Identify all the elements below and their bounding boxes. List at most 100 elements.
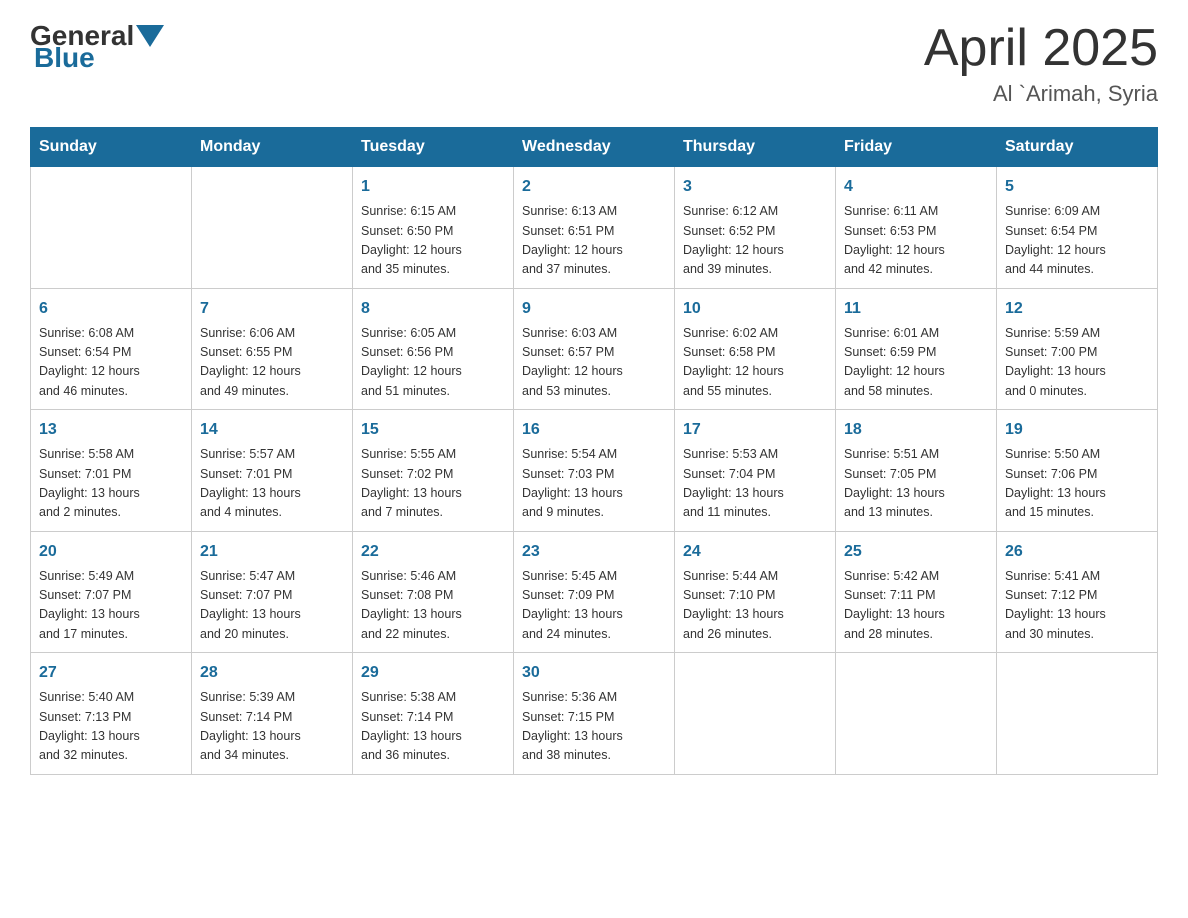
day-info: Sunrise: 5:54 AMSunset: 7:03 PMDaylight:… [522,445,666,523]
day-number: 13 [39,418,183,442]
calendar-cell [31,167,192,289]
day-number: 8 [361,297,505,321]
calendar-cell: 19Sunrise: 5:50 AMSunset: 7:06 PMDayligh… [997,410,1158,532]
location-title: Al `Arimah, Syria [924,81,1158,107]
day-number: 30 [522,661,666,685]
day-number: 3 [683,175,827,199]
calendar-cell: 8 Sunrise: 6:05 AMSunset: 6:56 PMDaylight… [353,288,514,410]
day-info: Sunrise: 5:44 AMSunset: 7:10 PMDaylight:… [683,567,827,645]
calendar-cell: 23Sunrise: 5:45 AMSunset: 7:09 PMDayligh… [514,531,675,653]
calendar-cell: 7 Sunrise: 6:06 AMSunset: 6:55 PMDaylight… [192,288,353,410]
calendar-cell: 26 Sunrise: 5:41 AMSunset: 7:12 PMDayligh… [997,531,1158,653]
calendar-table: SundayMondayTuesdayWednesdayThursdayFrid… [30,127,1158,775]
logo-triangle-icon [136,25,164,47]
day-number: 14 [200,418,344,442]
calendar-cell: 18 Sunrise: 5:51 AMSunset: 7:05 PMDayligh… [836,410,997,532]
calendar-cell: 12 Sunrise: 5:59 AMSunset: 7:00 PMDayligh… [997,288,1158,410]
title-section: April 2025 Al `Arimah, Syria [924,20,1158,107]
calendar-cell [836,653,997,775]
week-row-5: 27 Sunrise: 5:40 AMSunset: 7:13 PMDayligh… [31,653,1158,775]
day-info: Sunrise: 5:49 AMSunset: 7:07 PMDaylight:… [39,567,183,645]
day-number: 12 [1005,297,1149,321]
day-info: Sunrise: 6:05 AMSunset: 6:56 PMDaylight:… [361,324,505,402]
page-header: General Blue April 2025 Al `Arimah, Syri… [30,20,1158,107]
calendar-cell: 29Sunrise: 5:38 AMSunset: 7:14 PMDayligh… [353,653,514,775]
day-info: Sunrise: 5:58 AMSunset: 7:01 PMDaylight:… [39,445,183,523]
day-info: Sunrise: 6:12 AMSunset: 6:52 PMDaylight:… [683,202,827,280]
day-info: Sunrise: 5:41 AMSunset: 7:12 PMDaylight:… [1005,567,1149,645]
calendar-cell: 1 Sunrise: 6:15 AMSunset: 6:50 PMDaylight… [353,167,514,289]
day-header-friday: Friday [836,128,997,167]
days-header-row: SundayMondayTuesdayWednesdayThursdayFrid… [31,128,1158,167]
calendar-cell: 14 Sunrise: 5:57 AMSunset: 7:01 PMDayligh… [192,410,353,532]
calendar-cell: 17Sunrise: 5:53 AMSunset: 7:04 PMDayligh… [675,410,836,532]
calendar-cell: 3 Sunrise: 6:12 AMSunset: 6:52 PMDaylight… [675,167,836,289]
calendar-cell: 10Sunrise: 6:02 AMSunset: 6:58 PMDayligh… [675,288,836,410]
day-info: Sunrise: 6:03 AMSunset: 6:57 PMDaylight:… [522,324,666,402]
calendar-cell: 11 Sunrise: 6:01 AMSunset: 6:59 PMDayligh… [836,288,997,410]
day-info: Sunrise: 5:51 AMSunset: 7:05 PMDaylight:… [844,445,988,523]
calendar-cell: 9 Sunrise: 6:03 AMSunset: 6:57 PMDaylight… [514,288,675,410]
day-number: 25 [844,540,988,564]
day-number: 24 [683,540,827,564]
day-number: 1 [361,175,505,199]
calendar-cell: 25 Sunrise: 5:42 AMSunset: 7:11 PMDayligh… [836,531,997,653]
day-number: 6 [39,297,183,321]
day-info: Sunrise: 6:15 AMSunset: 6:50 PMDaylight:… [361,202,505,280]
day-number: 19 [1005,418,1149,442]
calendar-cell [192,167,353,289]
calendar-cell: 4Sunrise: 6:11 AMSunset: 6:53 PMDaylight… [836,167,997,289]
calendar-cell: 15Sunrise: 5:55 AMSunset: 7:02 PMDayligh… [353,410,514,532]
day-number: 23 [522,540,666,564]
day-header-monday: Monday [192,128,353,167]
day-number: 7 [200,297,344,321]
day-number: 21 [200,540,344,564]
day-number: 26 [1005,540,1149,564]
day-info: Sunrise: 6:02 AMSunset: 6:58 PMDaylight:… [683,324,827,402]
day-header-saturday: Saturday [997,128,1158,167]
day-number: 27 [39,661,183,685]
day-info: Sunrise: 5:47 AMSunset: 7:07 PMDaylight:… [200,567,344,645]
day-info: Sunrise: 5:38 AMSunset: 7:14 PMDaylight:… [361,688,505,766]
day-info: Sunrise: 5:53 AMSunset: 7:04 PMDaylight:… [683,445,827,523]
day-info: Sunrise: 5:36 AMSunset: 7:15 PMDaylight:… [522,688,666,766]
day-info: Sunrise: 5:42 AMSunset: 7:11 PMDaylight:… [844,567,988,645]
day-info: Sunrise: 5:59 AMSunset: 7:00 PMDaylight:… [1005,324,1149,402]
calendar-cell: 22Sunrise: 5:46 AMSunset: 7:08 PMDayligh… [353,531,514,653]
day-info: Sunrise: 5:55 AMSunset: 7:02 PMDaylight:… [361,445,505,523]
logo-blue-text: Blue [34,42,95,73]
day-info: Sunrise: 6:09 AMSunset: 6:54 PMDaylight:… [1005,202,1149,280]
day-info: Sunrise: 6:08 AMSunset: 6:54 PMDaylight:… [39,324,183,402]
day-info: Sunrise: 6:13 AMSunset: 6:51 PMDaylight:… [522,202,666,280]
week-row-2: 6 Sunrise: 6:08 AMSunset: 6:54 PMDaylight… [31,288,1158,410]
calendar-cell: 28 Sunrise: 5:39 AMSunset: 7:14 PMDayligh… [192,653,353,775]
day-info: Sunrise: 6:11 AMSunset: 6:53 PMDaylight:… [844,202,988,280]
day-header-tuesday: Tuesday [353,128,514,167]
week-row-4: 20Sunrise: 5:49 AMSunset: 7:07 PMDayligh… [31,531,1158,653]
calendar-cell: 6 Sunrise: 6:08 AMSunset: 6:54 PMDaylight… [31,288,192,410]
calendar-cell: 13 Sunrise: 5:58 AMSunset: 7:01 PMDayligh… [31,410,192,532]
day-number: 18 [844,418,988,442]
day-info: Sunrise: 5:40 AMSunset: 7:13 PMDaylight:… [39,688,183,766]
day-number: 2 [522,175,666,199]
day-number: 11 [844,297,988,321]
week-row-3: 13 Sunrise: 5:58 AMSunset: 7:01 PMDayligh… [31,410,1158,532]
day-info: Sunrise: 6:06 AMSunset: 6:55 PMDaylight:… [200,324,344,402]
day-number: 28 [200,661,344,685]
month-title: April 2025 [924,20,1158,77]
calendar-cell: 20Sunrise: 5:49 AMSunset: 7:07 PMDayligh… [31,531,192,653]
calendar-cell: 21 Sunrise: 5:47 AMSunset: 7:07 PMDayligh… [192,531,353,653]
day-info: Sunrise: 5:39 AMSunset: 7:14 PMDaylight:… [200,688,344,766]
calendar-cell: 16 Sunrise: 5:54 AMSunset: 7:03 PMDayligh… [514,410,675,532]
day-info: Sunrise: 5:57 AMSunset: 7:01 PMDaylight:… [200,445,344,523]
day-header-thursday: Thursday [675,128,836,167]
day-header-wednesday: Wednesday [514,128,675,167]
calendar-cell: 27 Sunrise: 5:40 AMSunset: 7:13 PMDayligh… [31,653,192,775]
calendar-cell: 30 Sunrise: 5:36 AMSunset: 7:15 PMDayligh… [514,653,675,775]
calendar-cell [997,653,1158,775]
day-number: 9 [522,297,666,321]
day-number: 5 [1005,175,1149,199]
day-info: Sunrise: 6:01 AMSunset: 6:59 PMDaylight:… [844,324,988,402]
day-number: 16 [522,418,666,442]
calendar-cell [675,653,836,775]
